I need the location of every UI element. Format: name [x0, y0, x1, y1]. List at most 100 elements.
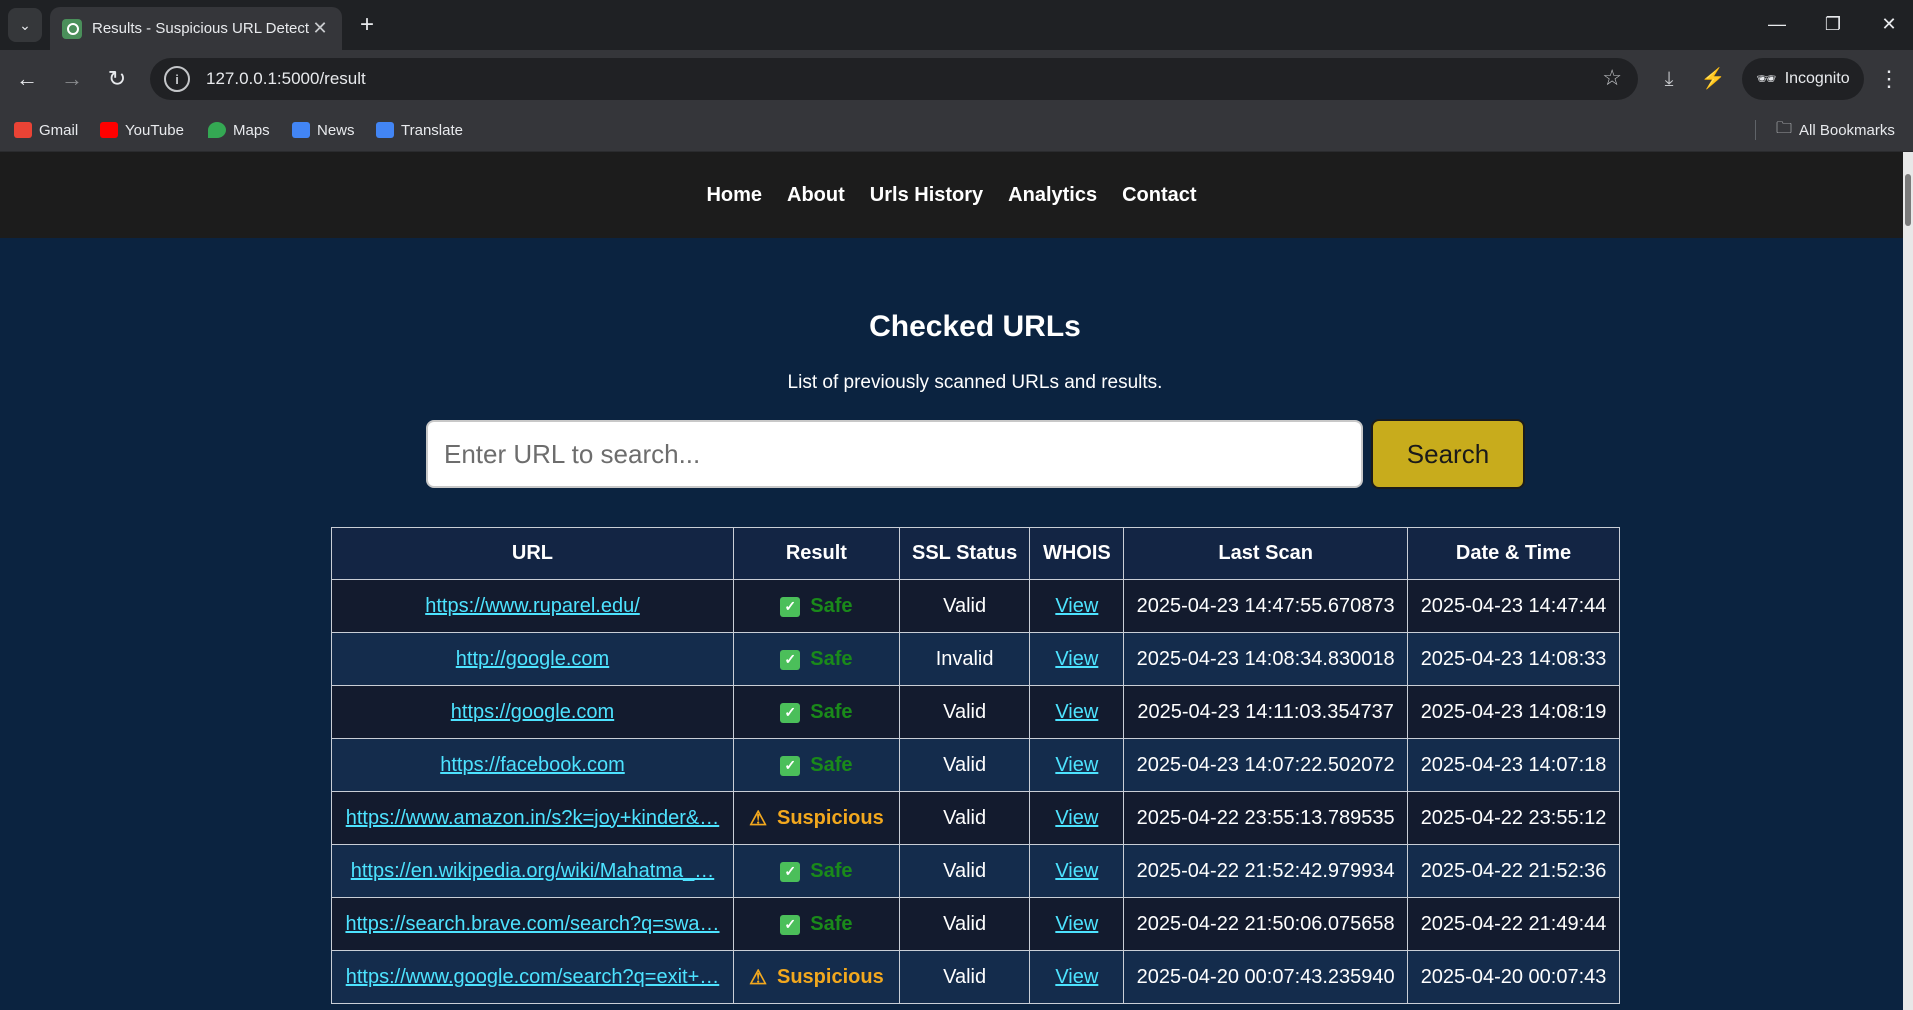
bookmark-news[interactable]: News	[292, 119, 355, 141]
page-title: Checked URLs	[869, 310, 1081, 343]
url-link[interactable]: http://google.com	[456, 648, 609, 670]
url-search-input[interactable]	[426, 420, 1363, 488]
check-icon: ✓	[780, 649, 801, 670]
whois-view-link[interactable]: View	[1055, 595, 1098, 617]
address-bar[interactable]: i 127.0.0.1:5000/result ☆	[150, 58, 1638, 100]
site-info-icon[interactable]: i	[164, 66, 190, 92]
results-table-container: URL Result SSL Status WHOIS Last Scan Da…	[331, 527, 1620, 1004]
back-arrow-icon[interactable]: ←	[10, 62, 44, 96]
scrollbar-thumb[interactable]	[1905, 174, 1911, 226]
all-bookmarks-label: All Bookmarks	[1799, 121, 1895, 139]
column-header: Result	[732, 527, 900, 580]
last-scan: 2025-04-23 14:47:55.670873	[1123, 579, 1409, 633]
warning-icon: ⚠	[749, 807, 767, 830]
last-scan: 2025-04-22 21:50:06.075658	[1123, 897, 1409, 951]
download-icon[interactable]: ⤓	[1652, 62, 1686, 96]
last-scan: 2025-04-20 00:07:43.235940	[1123, 950, 1409, 1004]
date-time: 2025-04-23 14:08:19	[1407, 685, 1620, 739]
warning-icon: ⚠	[749, 966, 767, 989]
check-icon: ✓	[780, 596, 801, 617]
date-time: 2025-04-23 14:08:33	[1407, 632, 1620, 686]
browser-menu-icon[interactable]: ⋮	[1874, 62, 1904, 96]
browser-tabstrip: ⌄ Results - Suspicious URL Detect ✕ + — …	[0, 0, 1913, 50]
ssl-status: Valid	[898, 844, 1031, 898]
check-icon: ✓	[780, 755, 801, 776]
url-link[interactable]: https://en.wikipedia.org/wiki/Mahatma_…	[351, 860, 715, 882]
youtube-icon	[100, 122, 118, 138]
reload-icon[interactable]: ↻	[100, 62, 134, 96]
whois-view-link[interactable]: View	[1055, 860, 1098, 882]
nav-urls-history[interactable]: Urls History	[870, 184, 983, 207]
date-time: 2025-04-20 00:07:43	[1407, 950, 1620, 1004]
whois-view-link[interactable]: View	[1055, 966, 1098, 988]
bookmark-gmail[interactable]: Gmail	[14, 119, 78, 141]
check-icon: ✓	[780, 914, 801, 935]
bookmarks-bar: Gmail YouTube Maps News Translate 🗀 All …	[0, 108, 1913, 152]
incognito-badge[interactable]: 🕶 Incognito	[1742, 58, 1864, 100]
date-time: 2025-04-22 21:49:44	[1407, 897, 1620, 951]
table-row: https://en.wikipedia.org/wiki/Mahatma_… …	[331, 844, 1620, 898]
nav-home[interactable]: Home	[706, 184, 762, 207]
performance-icon[interactable]: ⚡	[1696, 62, 1730, 96]
all-bookmarks[interactable]: 🗀 All Bookmarks	[1776, 119, 1895, 141]
maps-icon	[208, 122, 226, 138]
bookmark-star-icon[interactable]: ☆	[1602, 65, 1622, 91]
nav-about[interactable]: About	[787, 184, 845, 207]
tab-search-chevron-icon[interactable]: ⌄	[8, 8, 42, 42]
page-scrollbar[interactable]	[1903, 152, 1913, 1010]
bookmark-youtube[interactable]: YouTube	[100, 119, 184, 141]
result-badge: ⚠ Suspicious	[749, 806, 884, 831]
restore-icon[interactable]: ❐	[1808, 8, 1858, 40]
table-row: https://search.brave.com/search?q=swa… ✓…	[331, 897, 1620, 951]
browser-toolbar: ← → ↻ i 127.0.0.1:5000/result ☆ ⤓ ⚡ 🕶 In…	[0, 50, 1913, 108]
result-badge: ✓ Safe	[780, 754, 853, 777]
bookmark-label: Translate	[401, 121, 463, 139]
url-link[interactable]: https://www.ruparel.edu/	[425, 595, 640, 617]
ssl-status: Valid	[898, 579, 1031, 633]
address-url: 127.0.0.1:5000/result	[206, 69, 366, 88]
bookmark-translate[interactable]: Translate	[376, 119, 463, 141]
url-link[interactable]: https://search.brave.com/search?q=swa…	[345, 913, 719, 935]
gmail-icon	[14, 122, 32, 138]
ssl-status: Valid	[898, 685, 1031, 739]
table-header-row: URL Result SSL Status WHOIS Last Scan Da…	[331, 527, 1620, 580]
results-table-body: https://www.ruparel.edu/ ✓ Safe Valid Vie…	[331, 579, 1620, 1004]
whois-view-link[interactable]: View	[1055, 648, 1098, 670]
search-button[interactable]: Search	[1371, 419, 1525, 489]
whois-view-link[interactable]: View	[1055, 754, 1098, 776]
whois-view-link[interactable]: View	[1055, 701, 1098, 723]
ssl-status: Valid	[898, 950, 1031, 1004]
url-link[interactable]: https://google.com	[451, 701, 614, 723]
page-content: Home About Urls History Analytics Contac…	[0, 152, 1903, 1010]
date-time: 2025-04-22 23:55:12	[1407, 791, 1620, 845]
table-row: http://google.com ✓ Safe Invalid View 202…	[331, 632, 1620, 686]
results-table: URL Result SSL Status WHOIS Last Scan Da…	[331, 527, 1620, 1004]
bookmark-maps[interactable]: Maps	[208, 119, 270, 141]
browser-tab-active[interactable]: Results - Suspicious URL Detect ✕	[50, 7, 342, 50]
check-icon: ✓	[780, 861, 801, 882]
whois-view-link[interactable]: View	[1055, 913, 1098, 935]
table-row: https://facebook.com ✓ Safe Valid View 20…	[331, 738, 1620, 792]
url-link[interactable]: https://www.google.com/search?q=exit+…	[346, 966, 720, 988]
result-badge: ✓ Safe	[780, 648, 853, 671]
url-link[interactable]: https://facebook.com	[440, 754, 625, 776]
new-tab-plus-icon[interactable]: +	[352, 10, 382, 40]
column-header: URL	[331, 527, 734, 580]
minimize-icon[interactable]: —	[1752, 8, 1802, 40]
result-badge: ✓ Safe	[780, 701, 853, 724]
page-subtitle: List of previously scanned URLs and resu…	[787, 372, 1163, 393]
url-link[interactable]: https://www.amazon.in/s?k=joy+kinder&…	[346, 807, 720, 829]
result-badge: ⚠ Suspicious	[749, 965, 884, 990]
tab-close-icon[interactable]: ✕	[310, 18, 330, 39]
nav-analytics[interactable]: Analytics	[1008, 184, 1097, 207]
table-row: https://google.com ✓ Safe Valid View 2025…	[331, 685, 1620, 739]
nav-contact[interactable]: Contact	[1122, 184, 1196, 207]
date-time: 2025-04-23 14:47:44	[1407, 579, 1620, 633]
whois-view-link[interactable]: View	[1055, 807, 1098, 829]
window-close-icon[interactable]: ✕	[1864, 8, 1913, 40]
column-header: WHOIS	[1029, 527, 1125, 580]
forward-arrow-icon[interactable]: →	[55, 62, 89, 96]
site-navbar: Home About Urls History Analytics Contac…	[0, 152, 1903, 238]
table-row: https://www.amazon.in/s?k=joy+kinder&… ⚠…	[331, 791, 1620, 845]
folder-icon: 🗀	[1776, 119, 1793, 137]
